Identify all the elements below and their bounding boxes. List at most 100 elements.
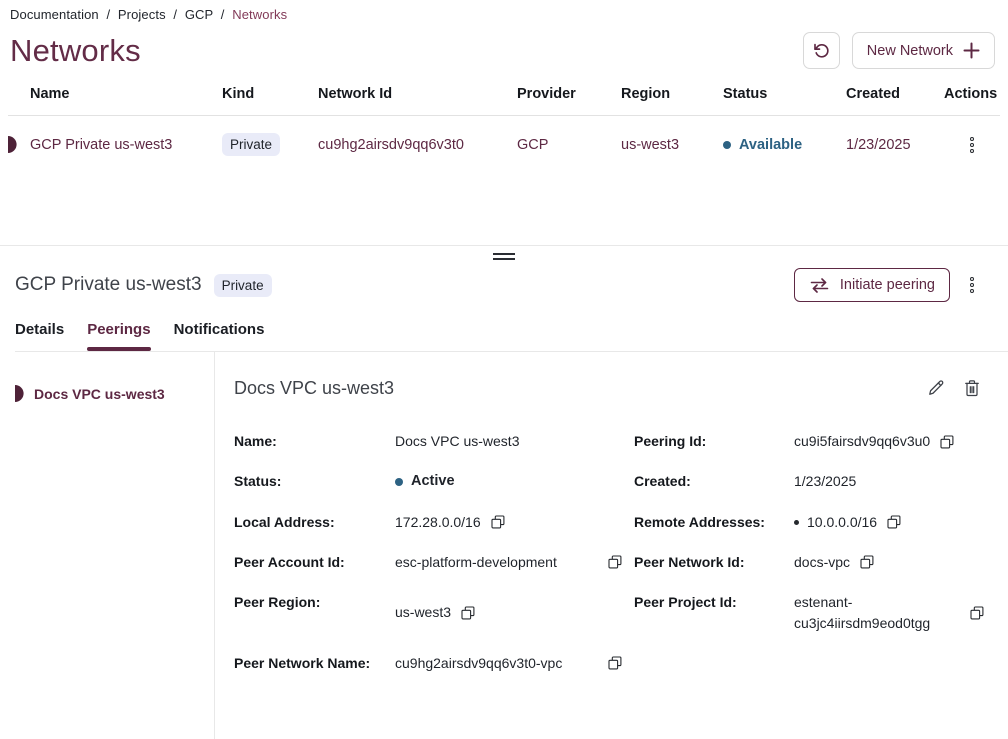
table-row[interactable]: GCP Private us-west3 Private cu9hg2airsd… — [8, 116, 1000, 173]
field-value-name: Docs VPC us-west3 — [395, 431, 634, 452]
network-detail-title: GCP Private us-west3 — [15, 274, 202, 296]
networks-table: Name Kind Network Id Provider Region Sta… — [8, 86, 1000, 173]
field-label-local-address: Local Address: — [234, 512, 395, 533]
tab-details[interactable]: Details — [15, 321, 64, 351]
kebab-dot-icon — [970, 143, 974, 147]
field-value-created: 1/23/2025 — [794, 471, 984, 493]
field-label-peer-project-id: Peer Project Id: — [634, 592, 794, 634]
field-value-peering-id: cu9i5fairsdv9qq6v3u0 — [794, 431, 984, 452]
page-header: Networks New Network — [10, 32, 995, 69]
copy-icon — [860, 555, 874, 569]
copy-peer-region-button[interactable] — [461, 606, 475, 620]
column-header-created: Created — [846, 86, 944, 102]
network-provider-cell: GCP — [517, 137, 621, 153]
copy-icon — [461, 606, 475, 620]
kebab-dot-icon — [970, 277, 974, 281]
peering-title: Docs VPC us-west3 — [234, 378, 394, 399]
network-kind-cell: Private — [222, 133, 318, 156]
peerings-tab-content: Docs VPC us-west3 Docs VPC us-west3 — [0, 352, 1008, 739]
column-header-actions: Actions — [944, 86, 1000, 102]
breadcrumb: Documentation / Projects / GCP / Network… — [0, 0, 1008, 22]
peering-status-badge: Active — [411, 471, 455, 493]
field-value-status: Active — [395, 471, 634, 493]
drag-handle-line-icon — [493, 253, 515, 255]
copy-peer-network-id-button[interactable] — [860, 555, 874, 569]
peering-list-sidebar: Docs VPC us-west3 — [0, 352, 215, 739]
detail-actions-kebab-menu[interactable] — [966, 273, 978, 297]
network-leaf-icon — [15, 385, 24, 402]
copy-peer-network-name-button[interactable] — [608, 656, 622, 670]
field-label-peering-id: Peering Id: — [634, 431, 794, 452]
peering-list-item-label: Docs VPC us-west3 — [34, 386, 165, 402]
kind-badge: Private — [222, 133, 280, 156]
initiate-peering-button[interactable]: Initiate peering — [794, 268, 950, 302]
field-label-remote-addresses: Remote Addresses: — [634, 512, 794, 533]
field-value-peer-project-id: estenant-cu3jc4iirsdm9eod0tgg — [794, 592, 984, 634]
copy-peering-id-button[interactable] — [940, 435, 954, 449]
copy-local-address-button[interactable] — [491, 515, 505, 529]
column-header-network-id: Network Id — [318, 86, 517, 102]
breadcrumb-item-documentation[interactable]: Documentation — [10, 7, 99, 22]
kebab-dot-icon — [970, 289, 974, 293]
breadcrumb-separator: / — [221, 7, 225, 22]
row-actions-kebab-menu[interactable] — [966, 133, 978, 157]
breadcrumb-separator: / — [173, 7, 177, 22]
network-created-cell: 1/23/2025 — [846, 137, 944, 153]
copy-peer-account-id-button[interactable] — [608, 555, 622, 569]
copy-remote-address-button[interactable] — [887, 515, 901, 529]
edit-peering-button[interactable] — [924, 376, 948, 400]
copy-icon — [608, 555, 622, 569]
kebab-dot-icon — [970, 137, 974, 141]
network-detail-header: GCP Private us-west3 Private Initiate pe… — [15, 268, 978, 302]
kebab-dot-icon — [970, 149, 974, 153]
field-label-name: Name: — [234, 431, 395, 452]
refresh-button[interactable] — [803, 32, 840, 69]
pencil-icon — [926, 378, 946, 398]
new-network-label: New Network — [867, 43, 953, 59]
copy-peer-project-id-button[interactable] — [970, 606, 984, 620]
breadcrumb-item-gcp[interactable]: GCP — [185, 7, 213, 22]
breadcrumb-item-projects[interactable]: Projects — [118, 7, 166, 22]
trash-icon — [962, 378, 982, 398]
field-label-empty — [634, 653, 794, 674]
status-badge: Available — [739, 137, 802, 153]
page-header-actions: New Network — [803, 32, 995, 69]
networks-page: Documentation / Projects / GCP / Network… — [0, 0, 1008, 739]
kebab-dot-icon — [970, 283, 974, 287]
field-label-peer-region: Peer Region: — [234, 592, 395, 634]
network-region-cell: us-west3 — [621, 137, 723, 153]
initiate-peering-label: Initiate peering — [840, 277, 935, 293]
plus-icon — [963, 42, 980, 59]
copy-icon — [940, 435, 954, 449]
tab-peerings[interactable]: Peerings — [87, 321, 150, 351]
kind-badge: Private — [214, 274, 272, 297]
peering-detail-panel: Docs VPC us-west3 — [215, 352, 1008, 739]
field-value-local-address: 172.28.0.0/16 — [395, 512, 634, 533]
field-label-peer-network-id: Peer Network Id: — [634, 552, 794, 573]
column-header-provider: Provider — [517, 86, 621, 102]
peering-list-item[interactable]: Docs VPC us-west3 — [0, 381, 214, 406]
copy-icon — [887, 515, 901, 529]
field-label-status: Status: — [234, 471, 395, 493]
network-leaf-icon — [8, 136, 17, 153]
breadcrumb-separator: / — [106, 7, 110, 22]
detail-tabs: Details Peerings Notifications — [15, 321, 1008, 352]
field-value-peer-network-id: docs-vpc — [794, 552, 984, 573]
drag-handle-line-icon — [493, 258, 515, 260]
network-detail-section: GCP Private us-west3 Private Initiate pe… — [0, 246, 1008, 739]
field-value-remote-addresses: 10.0.0.0/16 — [794, 512, 984, 533]
field-value-peer-account-id: esc-platform-development — [395, 552, 634, 573]
column-header-kind: Kind — [222, 86, 318, 102]
peering-arrows-icon — [809, 278, 830, 293]
networks-table-header: Name Kind Network Id Provider Region Sta… — [8, 86, 1000, 116]
split-pane-drag-handle[interactable] — [0, 246, 1008, 266]
tab-notifications[interactable]: Notifications — [174, 321, 265, 351]
delete-peering-button[interactable] — [960, 376, 984, 400]
new-network-button[interactable]: New Network — [852, 32, 995, 69]
network-name-cell[interactable]: GCP Private us-west3 — [8, 136, 222, 153]
network-name-link[interactable]: GCP Private us-west3 — [30, 137, 172, 153]
copy-icon — [491, 515, 505, 529]
status-dot-icon — [395, 478, 403, 486]
field-label-created: Created: — [634, 471, 794, 493]
peering-detail-header: Docs VPC us-west3 — [234, 376, 984, 400]
